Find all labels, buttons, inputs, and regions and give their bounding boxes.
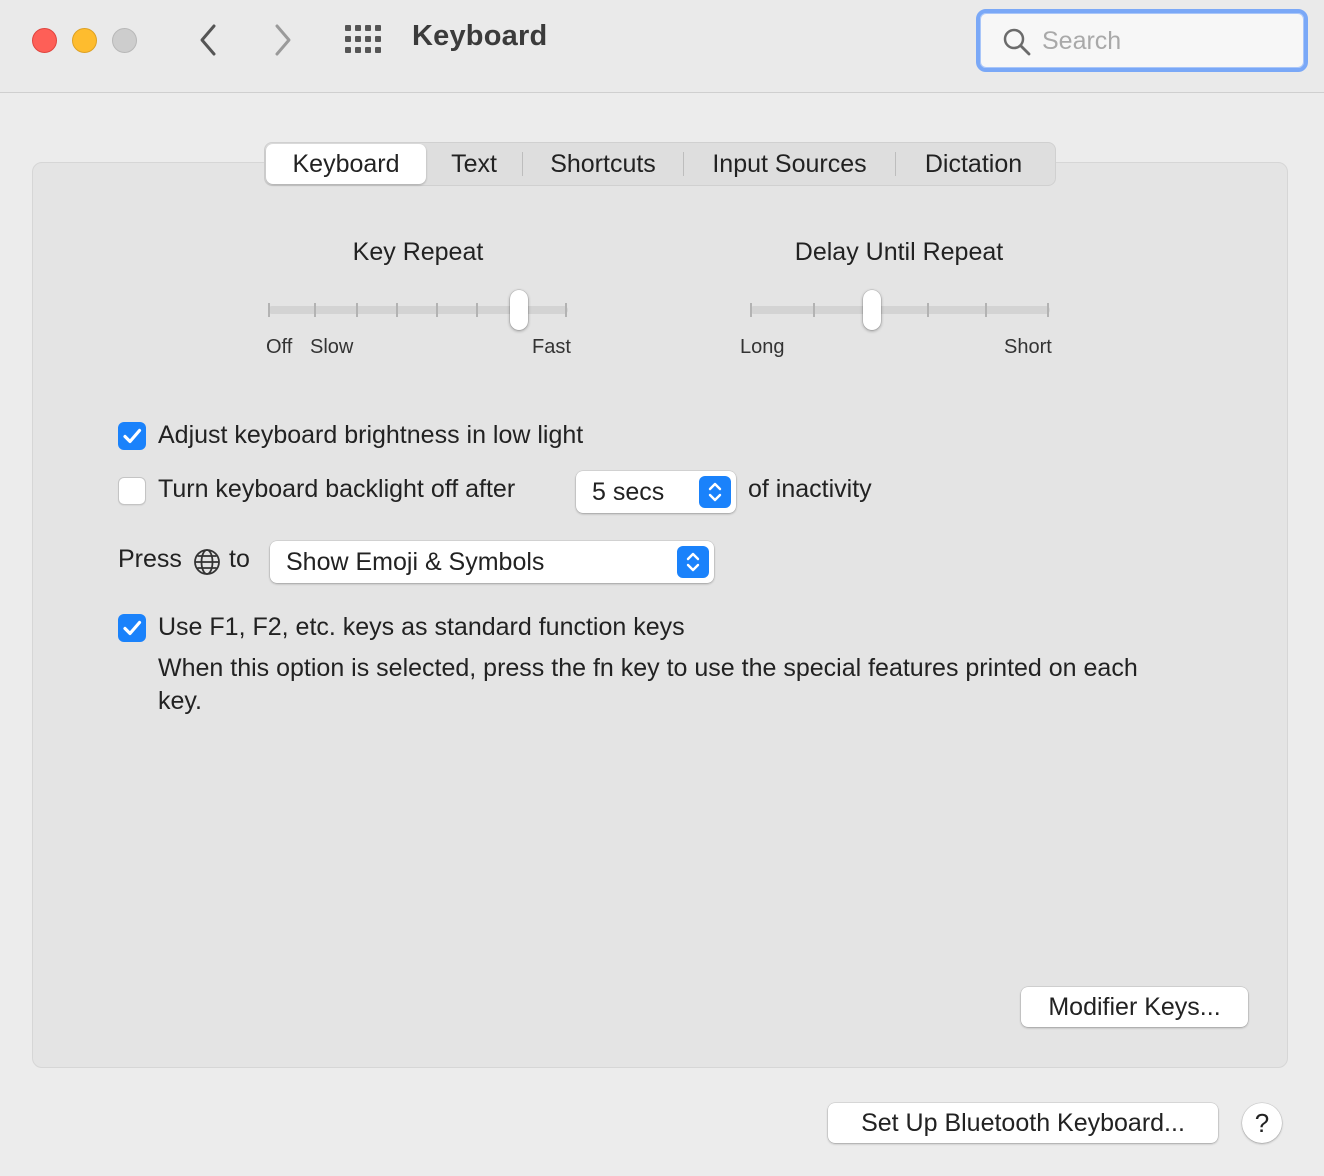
minimize-window-button[interactable] xyxy=(72,28,97,53)
tab-keyboard[interactable]: Keyboard xyxy=(266,144,426,184)
setup-bluetooth-keyboard-button[interactable]: Set Up Bluetooth Keyboard... xyxy=(828,1103,1218,1143)
tab-text[interactable]: Text xyxy=(426,144,522,184)
slider-tick xyxy=(396,303,398,317)
modifier-keys-button[interactable]: Modifier Keys... xyxy=(1021,987,1248,1027)
slider-tick xyxy=(1047,303,1049,317)
backlight-off-checkbox[interactable] xyxy=(118,477,146,505)
function-keys-label: Use F1, F2, etc. keys as standard functi… xyxy=(158,613,685,641)
delay-until-repeat-knob[interactable] xyxy=(863,290,881,330)
slider-track xyxy=(750,306,1050,314)
to-label: to xyxy=(229,545,250,573)
key-repeat-fast-label: Fast xyxy=(532,336,571,358)
key-repeat-slow-label: Slow xyxy=(310,336,354,358)
popup-stepper xyxy=(699,476,731,508)
chevron-left-icon xyxy=(200,24,216,56)
delay-short-label: Short xyxy=(1004,336,1052,358)
help-button[interactable]: ? xyxy=(1242,1103,1282,1143)
slider-tick xyxy=(436,303,438,317)
checkmark-icon xyxy=(123,428,142,444)
tab-input-sources[interactable]: Input Sources xyxy=(684,144,895,184)
slider-tick xyxy=(985,303,987,317)
key-repeat-title: Key Repeat xyxy=(352,238,484,266)
tab-bar: Keyboard Text Shortcuts Input Sources Di… xyxy=(264,142,1056,186)
key-repeat-knob[interactable] xyxy=(510,290,528,330)
grid-icon xyxy=(345,25,381,53)
globe-icon xyxy=(194,549,220,575)
back-button[interactable] xyxy=(188,20,228,60)
popup-stepper xyxy=(677,546,709,578)
adjust-brightness-label: Adjust keyboard brightness in low light xyxy=(158,421,584,449)
title-bar: Keyboard xyxy=(0,0,1324,93)
search-field[interactable] xyxy=(976,9,1308,72)
inactivity-label: of inactivity xyxy=(748,475,872,503)
slider-tick xyxy=(356,303,358,317)
press-label: Press xyxy=(118,545,182,573)
show-all-button[interactable] xyxy=(342,22,386,58)
globe-action-popup[interactable]: Show Emoji & Symbols xyxy=(270,541,714,583)
search-input[interactable] xyxy=(1042,25,1282,57)
search-icon xyxy=(1003,28,1031,56)
window-title: Keyboard xyxy=(412,20,548,52)
slider-tick xyxy=(750,303,752,317)
backlight-timeout-popup[interactable]: 5 secs xyxy=(576,471,736,513)
chevron-right-icon xyxy=(275,24,291,56)
delay-until-repeat-title: Delay Until Repeat xyxy=(794,238,1004,266)
close-window-button[interactable] xyxy=(32,28,57,53)
zoom-window-button[interactable] xyxy=(112,28,137,53)
function-keys-description: When this option is selected, press the … xyxy=(158,654,1138,715)
slider-tick xyxy=(927,303,929,317)
tab-shortcuts[interactable]: Shortcuts xyxy=(523,144,683,184)
up-down-chevrons-icon xyxy=(708,482,722,502)
slider-tick xyxy=(813,303,815,317)
slider-tick xyxy=(268,303,270,317)
forward-button[interactable] xyxy=(263,20,303,60)
tab-dictation[interactable]: Dictation xyxy=(896,144,1051,184)
backlight-off-label: Turn keyboard backlight off after xyxy=(158,475,516,503)
delay-long-label: Long xyxy=(740,336,785,358)
key-repeat-off-label: Off xyxy=(266,336,293,358)
checkmark-icon xyxy=(123,620,142,636)
function-keys-checkbox[interactable] xyxy=(118,614,146,642)
globe-action-value: Show Emoji & Symbols xyxy=(286,547,545,576)
slider-tick xyxy=(314,303,316,317)
slider-tick xyxy=(565,303,567,317)
adjust-brightness-checkbox[interactable] xyxy=(118,422,146,450)
up-down-chevrons-icon xyxy=(686,552,700,572)
slider-tick xyxy=(476,303,478,317)
backlight-timeout-value: 5 secs xyxy=(592,477,665,506)
